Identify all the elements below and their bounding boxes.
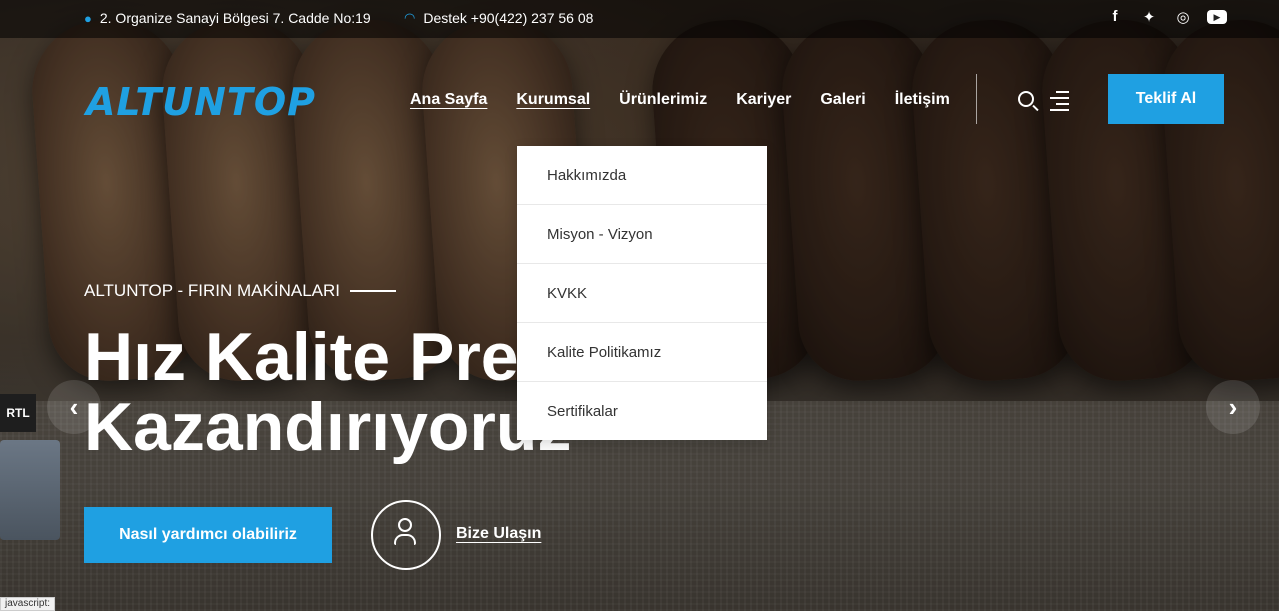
dropdown-item-hakkimizda[interactable]: Hakkımızda [517,146,767,205]
machine-thumbnail [0,440,60,540]
dropdown-item-sertifikalar[interactable]: Sertifikalar [517,382,767,440]
contact-user-icon[interactable] [371,500,441,570]
dropdown-item-misyon-vizyon[interactable]: Misyon - Vizyon [517,205,767,264]
nav-item-ana-sayfa[interactable]: Ana Sayfa [410,91,487,109]
nav-item-iletisim[interactable]: İletişim [895,91,950,109]
kurumsal-dropdown-menu: Hakkımızda Misyon - Vizyon KVKK Kalite P… [517,146,767,440]
help-button[interactable]: Nasıl yardımcı olabiliriz [84,507,332,563]
menu-icon[interactable] [1050,91,1069,115]
person-icon [394,518,416,548]
slider-prev-arrow[interactable]: ‹ [47,380,101,434]
nav-item-kariyer[interactable]: Kariyer [736,91,791,109]
rtl-toggle[interactable]: RTL [0,394,36,432]
kicker-line [350,290,396,292]
youtube-icon[interactable]: ▶ [1207,10,1227,24]
browser-status-bar: javascript: [0,597,56,611]
support-info[interactable]: ◠ Destek +90(422) 237 56 08 [404,10,593,26]
nav-item-kurumsal[interactable]: Kurumsal [516,91,590,109]
address-info: ● 2. Organize Sanayi Bölgesi 7. Cadde No… [84,10,371,26]
search-icon[interactable] [1018,91,1034,107]
social-links: f ✦ ◎ ▶ [1105,8,1227,26]
main-nav: Ana Sayfa Kurumsal Ürünlerimiz Kariyer G… [410,91,979,109]
contact-link[interactable]: Bize Ulaşın [456,525,541,543]
support-text[interactable]: Destek +90(422) 237 56 08 [423,10,593,26]
location-pin-icon: ● [84,10,92,26]
hero-kicker: ALTUNTOP - FIRIN MAKİNALARI [84,281,396,301]
site-logo[interactable]: ALTUNTOP [86,80,316,124]
dropdown-item-kvkk[interactable]: KVKK [517,264,767,323]
instagram-icon[interactable]: ◎ [1173,8,1193,26]
facebook-icon[interactable]: f [1105,8,1125,26]
header-divider [976,74,977,124]
hero-kicker-text: ALTUNTOP - FIRIN MAKİNALARI [84,281,340,300]
twitter-icon[interactable]: ✦ [1139,8,1159,26]
slider-next-arrow[interactable]: › [1206,380,1260,434]
dropdown-item-kalite-politikamiz[interactable]: Kalite Politikamız [517,323,767,382]
nav-item-urunlerimiz[interactable]: Ürünlerimiz [619,91,707,109]
headset-icon: ◠ [404,10,416,25]
teklif-al-button[interactable]: Teklif Al [1108,74,1224,124]
top-bar: ● 2. Organize Sanayi Bölgesi 7. Cadde No… [0,0,1279,38]
nav-item-galeri[interactable]: Galeri [820,91,865,109]
address-text: 2. Organize Sanayi Bölgesi 7. Cadde No:1… [99,10,371,26]
